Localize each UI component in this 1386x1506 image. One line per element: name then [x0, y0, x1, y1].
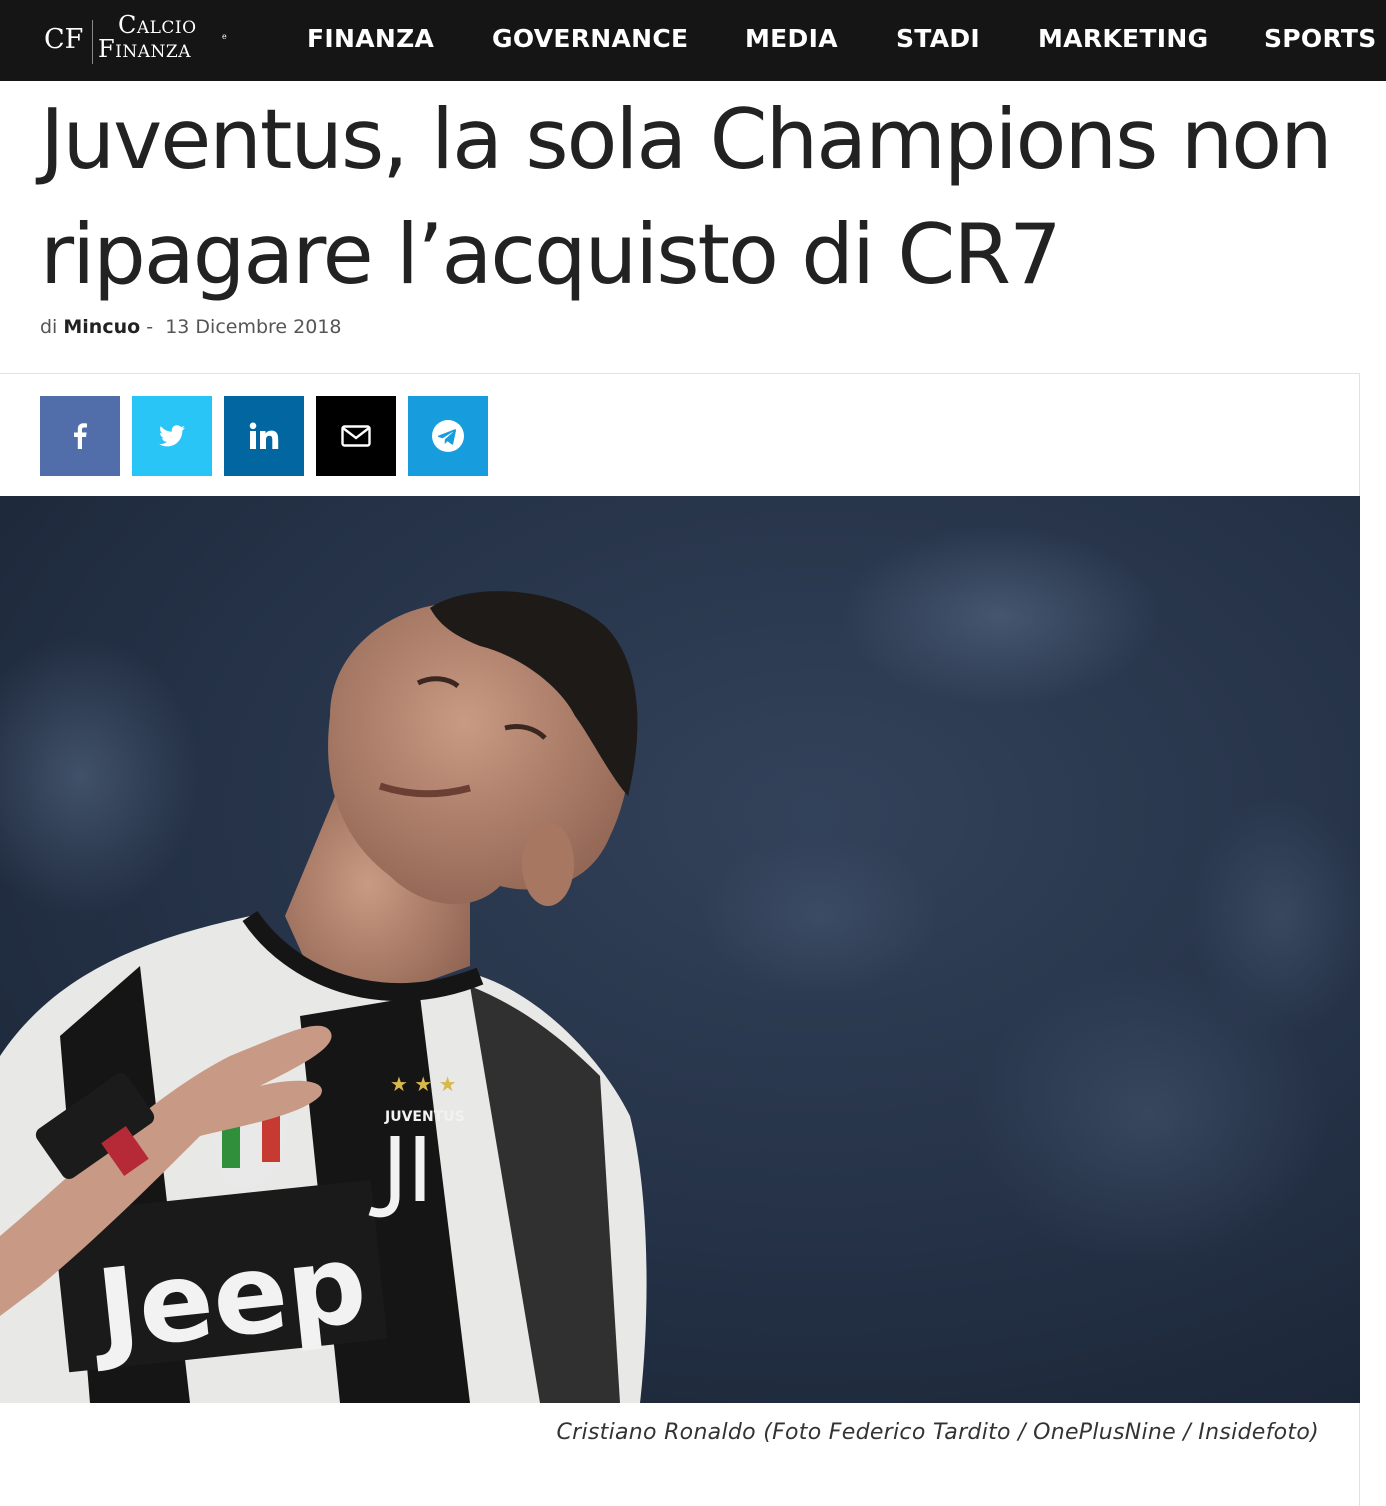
calcio-e-finanza-logo[interactable]: CF Calcio e Finanza — [44, 12, 234, 68]
svg-text:★ ★ ★: ★ ★ ★ — [390, 1072, 457, 1096]
shirt-badge-text: JUVENTUS — [384, 1109, 465, 1125]
telegram-icon — [432, 420, 464, 452]
logo-conjunction: e — [222, 32, 227, 41]
nav-item-marketing[interactable]: MARKETING — [1038, 22, 1208, 56]
top-navigation-bar: CF Calcio e Finanza FINANZA GOVERNANCE M… — [0, 0, 1386, 81]
article-hero-image: Jeep JUVENTUS ★ ★ ★ — [0, 496, 1360, 1403]
facebook-icon — [74, 423, 87, 449]
byline-separator: - — [146, 316, 154, 338]
share-twitter-button[interactable] — [132, 396, 212, 476]
header-divider — [0, 373, 1360, 374]
linkedin-icon — [249, 422, 279, 449]
nav-item-media[interactable]: MEDIA — [745, 22, 838, 56]
article-title: Juventus, la sola Champions non ripagare… — [40, 82, 1386, 312]
share-facebook-button[interactable] — [40, 396, 120, 476]
share-email-button[interactable] — [316, 396, 396, 476]
share-linkedin-button[interactable] — [224, 396, 304, 476]
nav-item-stadi[interactable]: STADI — [896, 22, 980, 56]
nav-item-governance[interactable]: GOVERNANCE — [492, 22, 688, 56]
logo-divider — [92, 20, 93, 64]
article-byline: di Mincuo - 13 Dicembre 2018 — [40, 316, 342, 338]
image-caption: Cristiano Ronaldo (Foto Federico Tardito… — [556, 1420, 1319, 1445]
share-telegram-button[interactable] — [408, 396, 488, 476]
player-photo: Jeep JUVENTUS ★ ★ ★ — [0, 496, 1360, 1403]
article-title-line-2: ripagare l’acquisto di CR7 — [40, 206, 1062, 303]
logo-line-2: Finanza — [98, 35, 191, 63]
publish-date: 13 Dicembre 2018 — [165, 316, 342, 338]
author-link[interactable]: Mincuo — [63, 316, 140, 338]
twitter-icon — [159, 425, 185, 447]
email-icon — [341, 425, 371, 447]
nav-item-finanza[interactable]: FINANZA — [307, 22, 434, 56]
nav-item-sports[interactable]: SPORTS & — [1264, 22, 1386, 56]
byline-prefix: di — [40, 316, 58, 338]
article-title-line-1: Juventus, la sola Champions non — [40, 91, 1333, 188]
logo-mark: CF — [44, 24, 84, 55]
